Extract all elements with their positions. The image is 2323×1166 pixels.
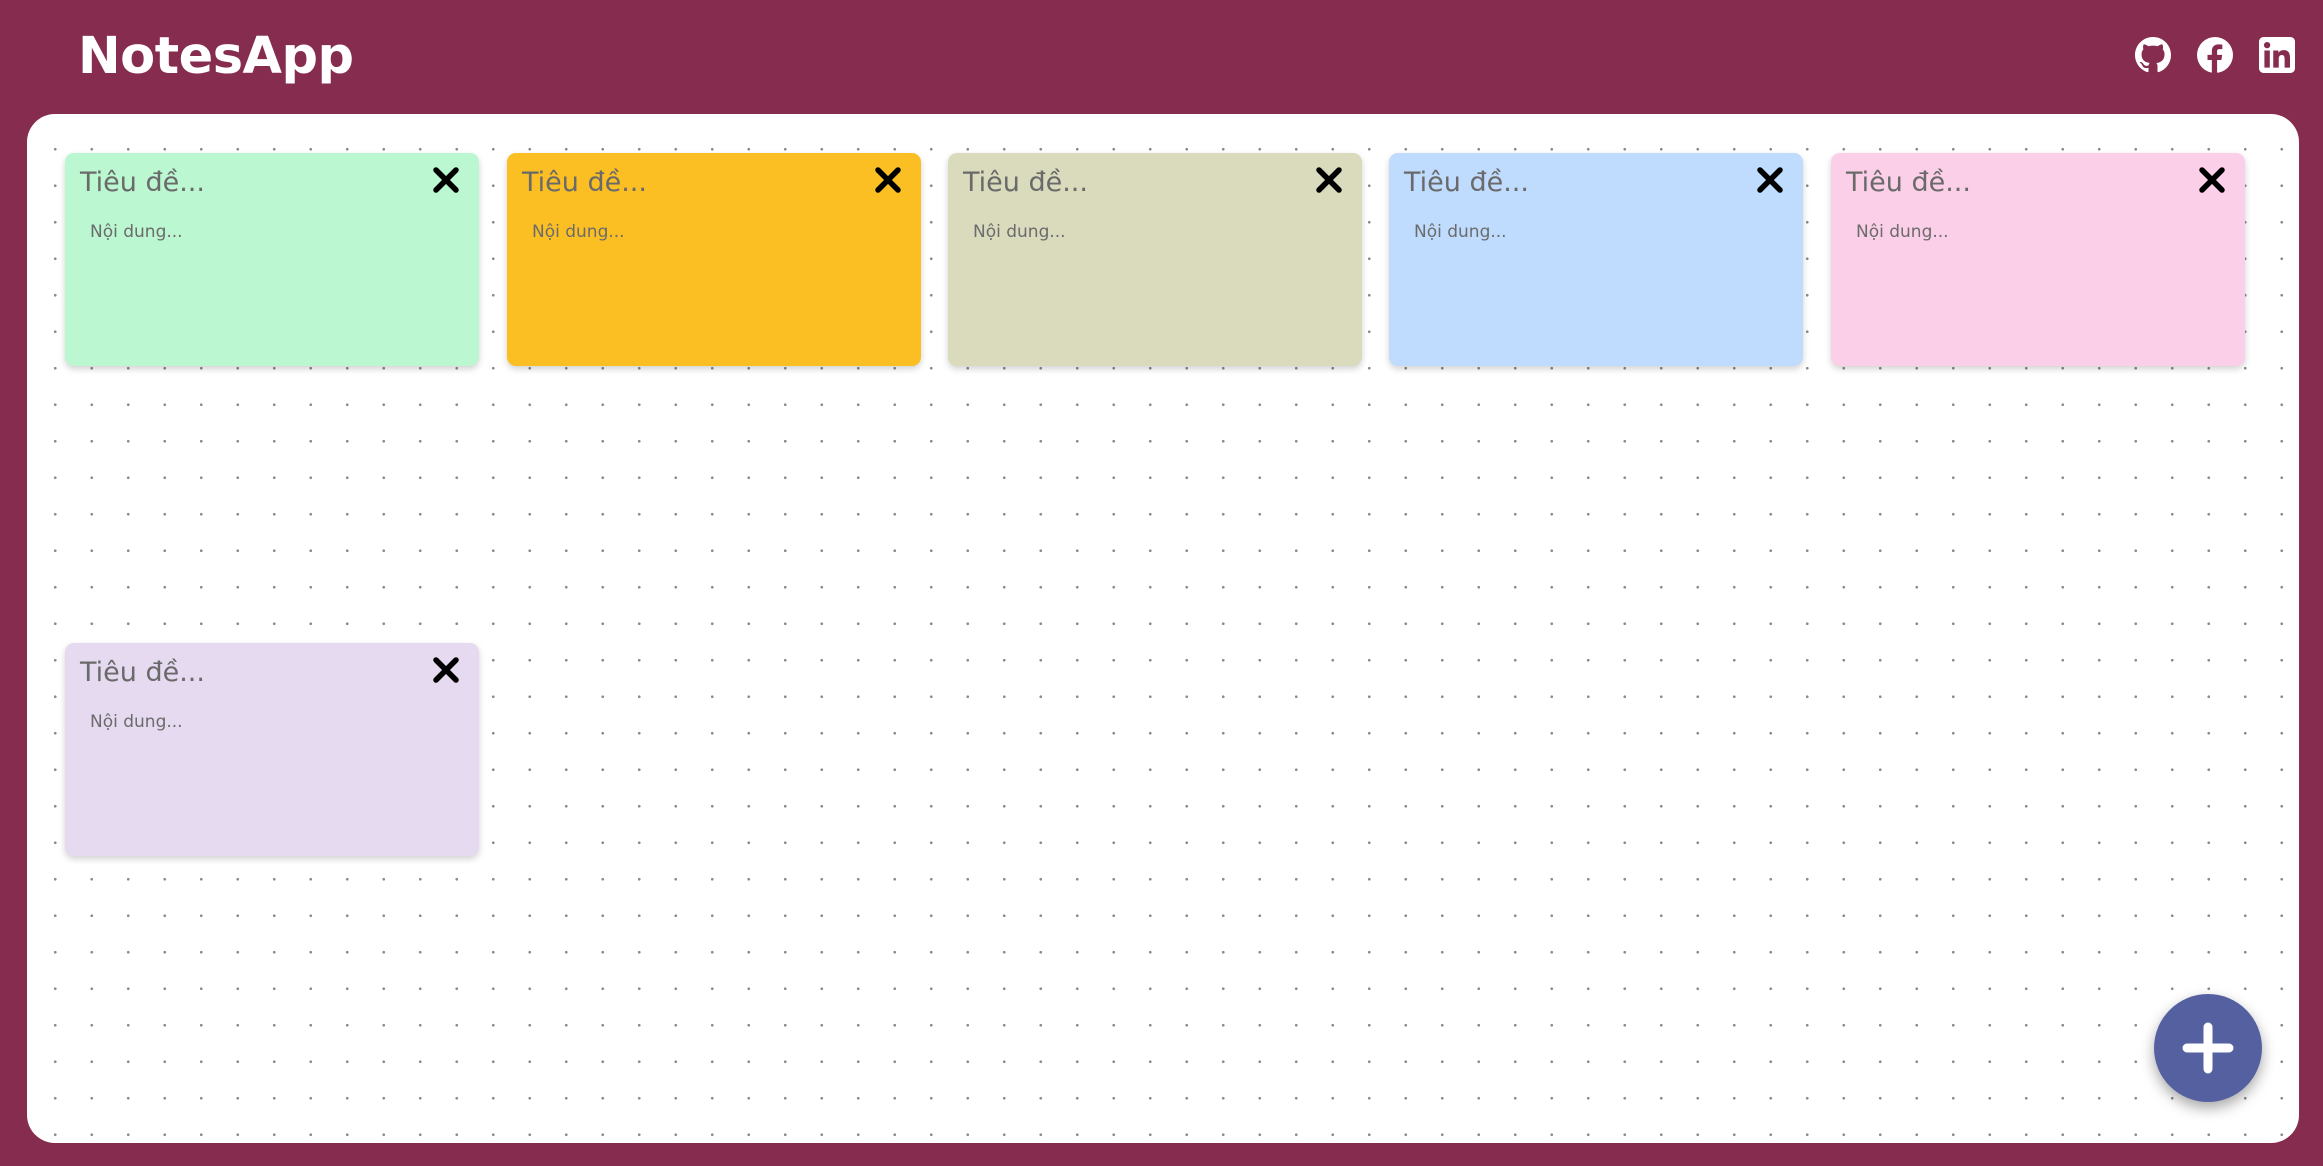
note-card[interactable]: Tiêu đề... Nội dung...: [507, 153, 921, 366]
note-card[interactable]: Tiêu đề... Nội dung...: [1389, 153, 1803, 366]
close-icon[interactable]: [431, 655, 461, 685]
facebook-icon[interactable]: [2197, 37, 2233, 73]
note-body[interactable]: Nội dung...: [1414, 221, 1507, 243]
header: NotesApp: [0, 0, 2323, 114]
close-icon[interactable]: [873, 165, 903, 195]
note-body[interactable]: Nội dung...: [532, 221, 625, 243]
close-icon[interactable]: [2197, 165, 2227, 195]
app-title: NotesApp: [78, 27, 354, 86]
note-title[interactable]: Tiêu đề...: [963, 165, 1088, 201]
note-body[interactable]: Nội dung...: [90, 711, 183, 733]
note-title[interactable]: Tiêu đề...: [80, 165, 205, 201]
github-icon[interactable]: [2135, 37, 2171, 73]
close-icon[interactable]: [431, 165, 461, 195]
note-title[interactable]: Tiêu đề...: [1846, 165, 1971, 201]
plus-icon: [2182, 1022, 2234, 1074]
note-body[interactable]: Nội dung...: [973, 221, 1066, 243]
note-body[interactable]: Nội dung...: [1856, 221, 1949, 243]
close-icon[interactable]: [1314, 165, 1344, 195]
notes-app: NotesApp Tiêu đề... Nội dung... Tiêu đề.…: [0, 0, 2323, 1166]
notes-board: Tiêu đề... Nội dung... Tiêu đề... Nội du…: [27, 114, 2299, 1143]
linkedin-icon[interactable]: [2259, 37, 2295, 73]
note-title[interactable]: Tiêu đề...: [80, 655, 205, 691]
note-card[interactable]: Tiêu đề... Nội dung...: [1831, 153, 2245, 366]
note-card[interactable]: Tiêu đề... Nội dung...: [948, 153, 1362, 366]
close-icon[interactable]: [1755, 165, 1785, 195]
note-card[interactable]: Tiêu đề... Nội dung...: [65, 153, 479, 366]
note-body[interactable]: Nội dung...: [90, 221, 183, 243]
note-title[interactable]: Tiêu đề...: [522, 165, 647, 201]
social-links: [2135, 37, 2295, 73]
add-note-button[interactable]: [2154, 994, 2262, 1102]
note-title[interactable]: Tiêu đề...: [1404, 165, 1529, 201]
note-card[interactable]: Tiêu đề... Nội dung...: [65, 643, 479, 856]
